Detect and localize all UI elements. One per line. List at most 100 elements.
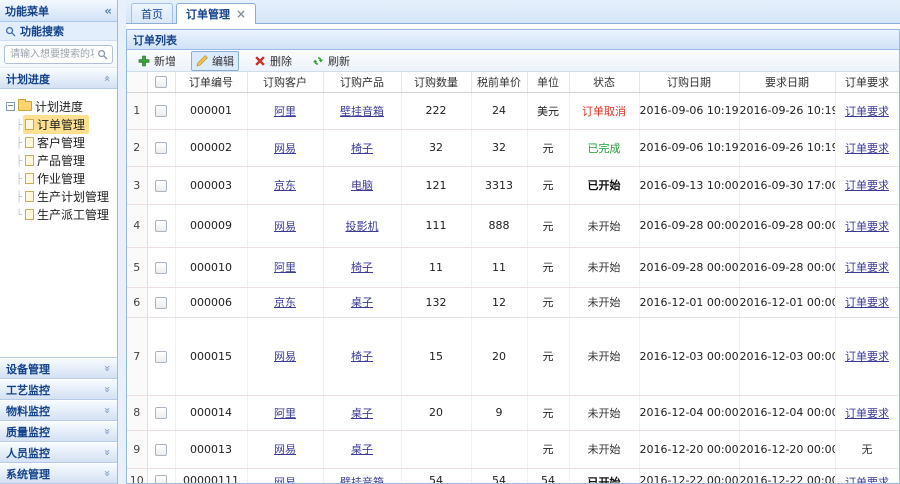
table-row[interactable]: 2 000002 网易 椅子 32 32 元 已完成 2016-09-06 10… [127, 129, 899, 167]
customer-link[interactable]: 网易 [274, 350, 296, 363]
table-row[interactable]: 4 000009 网易 投影机 111 888 元 未开始 2016-09-28… [127, 204, 899, 248]
tree-root-node[interactable]: − 计划进度 [6, 97, 113, 115]
delete-button[interactable]: 删除 [249, 51, 297, 71]
chevron-down-icon: » [101, 449, 115, 456]
row-checkbox[interactable] [155, 105, 167, 117]
requirement-link[interactable]: 订单要求 [845, 105, 889, 118]
column-header[interactable]: 订单编号 [175, 72, 248, 93]
column-header[interactable]: 订购日期 [639, 72, 740, 93]
product-link[interactable]: 椅子 [351, 350, 373, 363]
panel-title: 订单列表 [133, 33, 177, 47]
product-link[interactable]: 桌子 [351, 407, 373, 420]
tab-order-management[interactable]: 订单管理 × [176, 3, 257, 24]
refresh-button[interactable]: 刷新 [307, 51, 355, 71]
column-header[interactable]: 要求日期 [739, 72, 836, 93]
product-link[interactable]: 桌子 [351, 443, 373, 456]
tree-item[interactable]: 作业管理 [16, 169, 113, 187]
file-icon [25, 118, 35, 130]
column-header[interactable]: 订购数量 [401, 72, 472, 93]
customer-link[interactable]: 京东 [274, 296, 296, 309]
row-checkbox[interactable] [155, 296, 167, 309]
table-row[interactable]: 8 000014 阿里 桌子 20 9 元 未开始 2016-12-04 00:… [127, 395, 899, 431]
table-row[interactable]: 1 000001 阿里 壁挂音箱 222 24 美元 订单取消 2016-09-… [127, 92, 899, 130]
accordion-header[interactable]: 人员监控 » [0, 442, 117, 463]
tree-item[interactable]: 客户管理 [16, 133, 113, 151]
column-header[interactable]: 税前单价 [471, 72, 528, 93]
product-link[interactable]: 桌子 [351, 296, 373, 309]
requirement-link[interactable]: 订单要求 [845, 407, 889, 420]
accordion-header[interactable]: 系统管理 » [0, 463, 117, 484]
row-number: 6 [127, 287, 148, 318]
column-header[interactable]: 单位 [527, 72, 570, 93]
tree-item[interactable]: 订单管理 [16, 114, 113, 134]
requirement-link[interactable]: 订单要求 [845, 142, 889, 155]
row-checkbox[interactable] [155, 261, 167, 274]
requirement-link[interactable]: 无 [862, 443, 873, 456]
product-link[interactable]: 壁挂音箱 [340, 476, 384, 484]
row-checkbox[interactable] [155, 350, 167, 363]
customer-link[interactable]: 网易 [274, 476, 296, 484]
accordion-header[interactable]: 设备管理 » [0, 358, 117, 379]
table-row[interactable]: 7 000015 网易 椅子 15 20 元 未开始 2016-12-03 00… [127, 317, 899, 396]
product-link[interactable]: 壁挂音箱 [340, 105, 384, 118]
collapse-minus-icon[interactable]: − [6, 101, 15, 111]
requirement-link[interactable]: 订单要求 [845, 296, 889, 309]
row-checkbox[interactable] [155, 179, 167, 192]
tree-item[interactable]: 生产派工管理 [16, 205, 113, 223]
requirement-link[interactable]: 订单要求 [845, 220, 889, 233]
row-number: 8 [127, 395, 148, 431]
accordion-header[interactable]: 工艺监控 » [0, 379, 117, 400]
product-link[interactable]: 椅子 [351, 142, 373, 155]
requirement-link[interactable]: 订单要求 [845, 350, 889, 363]
cell-product: 电脑 [323, 166, 402, 205]
table-row[interactable]: 6 000006 京东 桌子 132 12 元 未开始 2016-12-01 0… [127, 287, 899, 318]
table-row[interactable]: 3 000003 京东 电脑 121 3313 元 已开始 2016-09-13… [127, 166, 899, 205]
customer-link[interactable]: 阿里 [274, 407, 296, 420]
customer-link[interactable]: 阿里 [274, 105, 296, 118]
row-checkbox[interactable] [155, 474, 167, 483]
cell-unit-price: 3313 [471, 166, 528, 205]
add-button[interactable]: 新增 [133, 51, 181, 71]
table-row[interactable]: 9 000013 网易 桌子 元 未开始 2016-12-20 00:00:00 [127, 430, 899, 469]
customer-link[interactable]: 京东 [274, 179, 296, 192]
table-row[interactable]: 10 00000111 网易 壁挂音箱 54 54 54 已开始 2016-12… [127, 468, 899, 483]
accordion-header-plan-progress[interactable]: 计划进度 « [0, 68, 117, 89]
product-link[interactable]: 电脑 [351, 179, 373, 192]
accordion-header[interactable]: 物料监控 » [0, 400, 117, 421]
select-all-checkbox[interactable] [155, 76, 167, 89]
table-row[interactable]: 5 000010 阿里 椅子 11 11 元 未开始 2016-09-28 00… [127, 247, 899, 288]
close-icon[interactable]: × [236, 8, 246, 20]
cell-unit-price: 20 [471, 317, 528, 396]
product-link[interactable]: 投影机 [346, 220, 379, 233]
customer-link[interactable]: 网易 [274, 443, 296, 456]
row-checkbox[interactable] [155, 142, 167, 154]
tree-items: 订单管理 客户管理 [16, 114, 113, 223]
product-link[interactable]: 椅子 [351, 261, 373, 274]
row-checkbox[interactable] [155, 407, 167, 419]
tab-home[interactable]: 首页 [131, 3, 173, 23]
requirement-link[interactable]: 订单要求 [845, 179, 889, 192]
column-header[interactable]: 订购产品 [323, 72, 402, 93]
row-checkbox[interactable] [155, 220, 167, 232]
column-header[interactable]: 状态 [569, 72, 640, 93]
main-area: 首页 订单管理 × 订单列表 新增 编辑 删除 刷新 订单编号 订购客户 订购产… [126, 0, 900, 484]
cell-order-no: 000002 [175, 129, 248, 167]
customer-link[interactable]: 阿里 [274, 261, 296, 274]
tree-item[interactable]: 生产计划管理 [16, 187, 113, 205]
splitter[interactable] [118, 0, 126, 484]
column-header[interactable]: 订购客户 [247, 72, 324, 93]
customer-link[interactable]: 网易 [274, 142, 296, 155]
edit-button[interactable]: 编辑 [191, 50, 239, 71]
row-checkbox[interactable] [155, 443, 167, 456]
requirement-link[interactable]: 订单要求 [845, 476, 889, 484]
cell-product: 壁挂音箱 [323, 92, 402, 130]
cell-product: 投影机 [323, 204, 402, 248]
cell-order-no: 000001 [175, 92, 248, 130]
cell-require-date: 2016-09-28 00:00:00 [739, 247, 836, 288]
column-header[interactable]: 订单要求 [835, 72, 899, 93]
requirement-link[interactable]: 订单要求 [845, 261, 889, 274]
tree-item[interactable]: 产品管理 [16, 151, 113, 169]
collapse-left-icon[interactable]: « [104, 4, 112, 18]
accordion-header[interactable]: 质量监控 » [0, 421, 117, 442]
customer-link[interactable]: 网易 [274, 220, 296, 233]
